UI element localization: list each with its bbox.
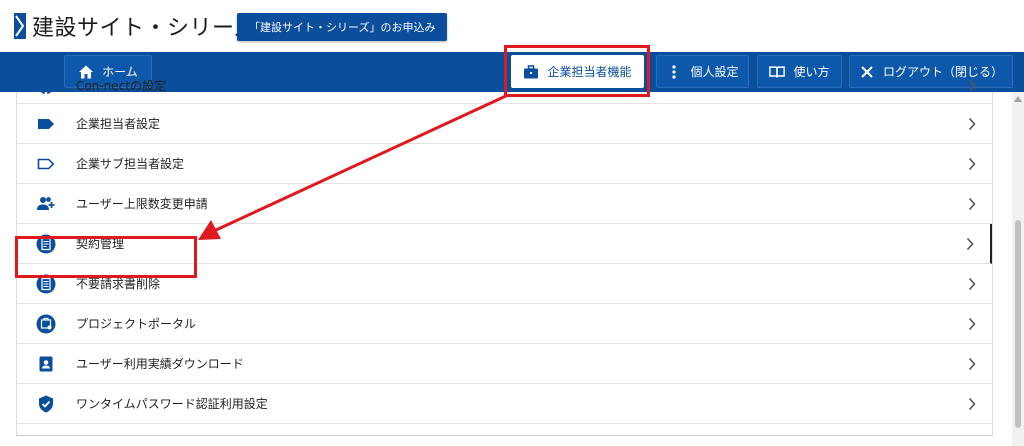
chevron-right-icon (966, 237, 974, 251)
menu-item-user-usage-download[interactable]: ユーザー利用実績ダウンロード (17, 344, 992, 384)
menu-item-user-limit-request[interactable]: ユーザー上限数変更申請 (17, 184, 992, 224)
menu-item-company-sub-admin-settings[interactable]: 企業サブ担当者設定 (17, 144, 992, 184)
shield-check-icon (39, 395, 53, 413)
menu-item-project-portal[interactable]: プロジェクトポータル (17, 304, 992, 344)
add-users-icon (37, 197, 55, 210)
highlight-box-company-admin (504, 45, 650, 97)
menu-item-label: ユーザー利用実績ダウンロード (76, 357, 244, 371)
scroll-up-arrow-icon[interactable] (1014, 96, 1022, 102)
vertical-scrollbar[interactable] (1012, 92, 1024, 446)
chevron-right-icon (968, 317, 976, 331)
menu-item-label: 企業サブ担当者設定 (76, 157, 185, 171)
menu-item-label: ユーザー上限数変更申請 (76, 197, 208, 211)
menu-item-label: プロジェクトポータル (76, 317, 197, 331)
menu-item-label: Con-nectの設定 (76, 79, 166, 93)
menu-item-company-admin-settings[interactable]: 企業担当者設定 (17, 104, 992, 144)
tag-filled-icon (38, 119, 54, 129)
menu-item-otp-settings[interactable]: ワンタイムパスワード認証利用設定 (17, 384, 992, 424)
logo-mark-icon (14, 13, 26, 39)
tag-outline-icon (37, 158, 55, 170)
page: 建設サイト・シリーズ 「建設サイト・シリーズ」のお申込み ホーム 企業担当者機能 (0, 0, 1024, 446)
user-badge-icon (39, 356, 53, 372)
chevron-right-icon (968, 117, 976, 131)
chevron-right-icon (968, 157, 976, 171)
connect-icon (37, 82, 55, 94)
apply-button[interactable]: 「建設サイト・シリーズ」のお申込み (237, 13, 448, 41)
menu-item-label: 企業担当者設定 (76, 117, 161, 131)
chevron-right-icon (968, 397, 976, 411)
chevron-right-icon (968, 277, 976, 291)
chevron-right-icon (968, 78, 976, 92)
logo-text: 建設サイト・シリーズ (32, 16, 256, 41)
project-portal-icon (36, 314, 56, 334)
chevron-right-icon (968, 357, 976, 371)
scrollbar-thumb[interactable] (1015, 220, 1021, 428)
app-logo[interactable]: 建設サイト・シリーズ (14, 12, 256, 41)
highlight-box-contract-management (15, 236, 197, 278)
chevron-right-icon (968, 197, 976, 211)
menu-item-label: ワンタイムパスワード認証利用設定 (76, 397, 268, 411)
